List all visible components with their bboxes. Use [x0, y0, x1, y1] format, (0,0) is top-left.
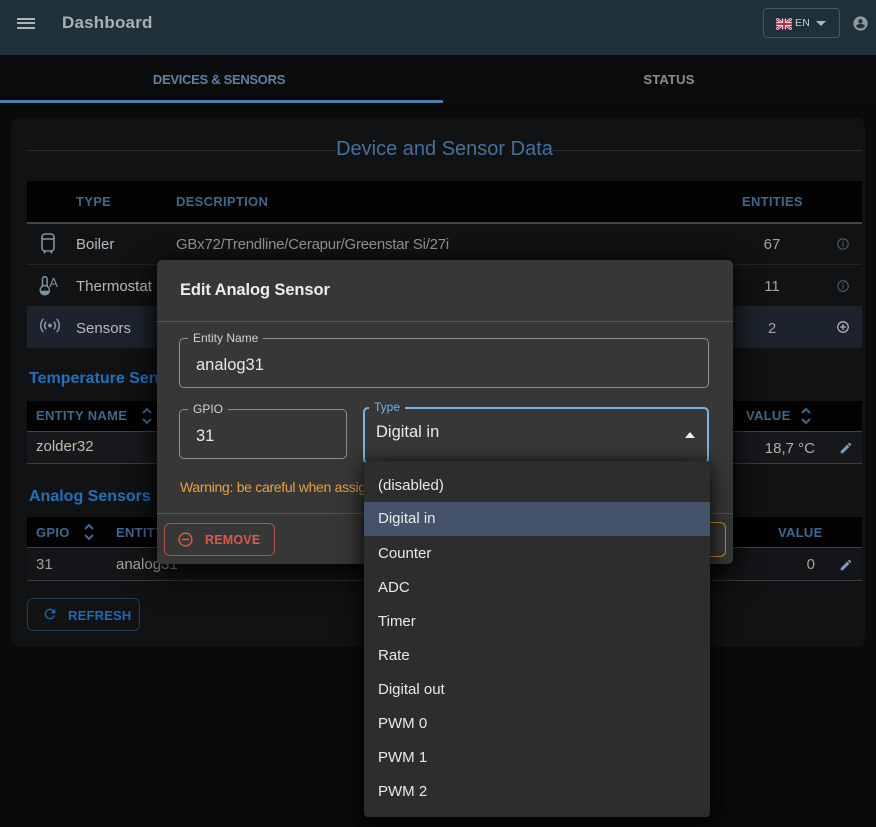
svg-text:A: A: [49, 276, 58, 290]
